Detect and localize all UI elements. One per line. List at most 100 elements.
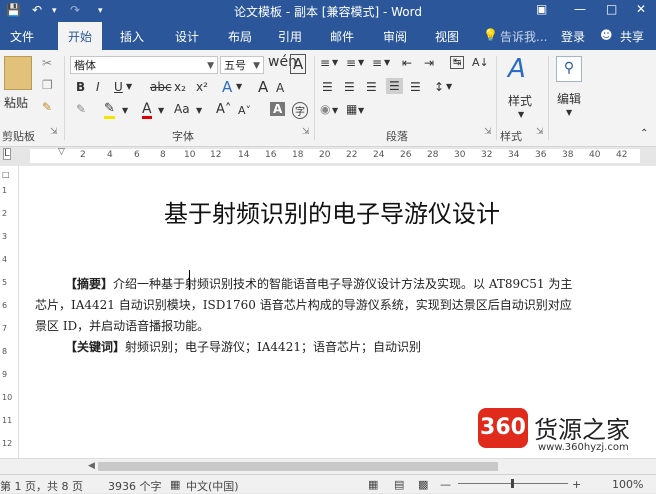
- line-spacing-dropdown-icon[interactable]: ▼: [446, 82, 452, 91]
- styles-launcher-icon[interactable]: ⇲: [536, 127, 544, 137]
- proofing-icon[interactable]: ▦: [170, 478, 180, 491]
- copy-icon[interactable]: ❐: [42, 78, 53, 92]
- zoom-out-icon[interactable]: —: [440, 478, 451, 491]
- tab-view[interactable]: 视图: [435, 28, 459, 45]
- zoom-slider-thumb[interactable]: [511, 479, 514, 488]
- shading-dropdown-icon[interactable]: ▼: [332, 106, 338, 115]
- grow-font-icon[interactable]: A˄: [216, 102, 231, 117]
- grow-font-button[interactable]: A: [258, 78, 268, 96]
- font-size-select[interactable]: 五号 ▼: [220, 56, 264, 74]
- subscript-button[interactable]: x₂: [174, 80, 186, 94]
- find-icon[interactable]: ⚲: [556, 56, 582, 82]
- shrink-font-button[interactable]: A: [276, 81, 284, 95]
- styles-dropdown-icon[interactable]: ▼: [518, 110, 524, 119]
- clipboard-launcher-icon[interactable]: ⇲: [50, 127, 58, 137]
- text-effects-dropdown-icon[interactable]: ▼: [236, 82, 242, 91]
- increase-indent-button[interactable]: ⇥: [424, 56, 434, 70]
- font-color-dropdown-icon[interactable]: ▼: [158, 106, 164, 115]
- underline-dropdown-icon[interactable]: ▼: [126, 82, 132, 91]
- ribbon-display-icon[interactable]: ▣: [536, 2, 547, 16]
- print-layout-icon[interactable]: ▤: [394, 478, 404, 491]
- bullets-dropdown-icon[interactable]: ▼: [332, 58, 338, 67]
- change-case-dropdown-icon[interactable]: ▼: [196, 106, 202, 115]
- bullets-button[interactable]: ≡: [320, 56, 330, 70]
- horizontal-ruler[interactable]: L ▽ 2 4 6 8 10 12 14 16 18 20 22 24 26 2…: [0, 147, 656, 165]
- tab-layout[interactable]: 布局: [228, 28, 252, 45]
- tell-me-input[interactable]: 告诉我...: [500, 28, 547, 45]
- enclose-char-button[interactable]: 字: [292, 102, 308, 119]
- cut-icon[interactable]: ✂: [42, 56, 52, 70]
- collapse-ribbon-icon[interactable]: ⌃: [640, 128, 648, 139]
- paste-icon[interactable]: [4, 56, 32, 90]
- styles-icon[interactable]: A: [508, 54, 526, 84]
- paragraph-launcher-icon[interactable]: ⇲: [484, 127, 492, 137]
- shrink-font-icon[interactable]: A˅: [238, 104, 251, 117]
- line-spacing-button[interactable]: ↕: [434, 80, 444, 94]
- format-painter-icon[interactable]: ✎: [42, 100, 52, 114]
- editing-button[interactable]: 编辑: [557, 90, 581, 107]
- zoom-in-icon[interactable]: +: [572, 478, 581, 491]
- abstract-line-3[interactable]: 景区 ID，并启动语音播报功能。: [35, 317, 209, 334]
- tab-mailings[interactable]: 邮件: [330, 28, 354, 45]
- numbering-dropdown-icon[interactable]: ▼: [358, 58, 364, 67]
- borders-button[interactable]: ▦: [346, 102, 357, 116]
- zoom-level[interactable]: 100%: [612, 478, 643, 491]
- editing-dropdown-icon[interactable]: ▼: [566, 108, 572, 117]
- scroll-left-icon[interactable]: ◀: [88, 461, 95, 471]
- minimize-icon[interactable]: —: [574, 2, 586, 16]
- tab-design[interactable]: 设计: [175, 28, 199, 45]
- font-color-button[interactable]: A: [142, 102, 152, 119]
- align-right-button[interactable]: ☰: [366, 80, 377, 94]
- justify-button[interactable]: ☰: [386, 78, 403, 94]
- scroll-thumb[interactable]: [98, 462, 498, 471]
- numbering-button[interactable]: ≡: [346, 56, 356, 70]
- read-mode-icon[interactable]: ▦: [368, 478, 378, 491]
- distributed-button[interactable]: ☰: [410, 80, 421, 94]
- sign-in-link[interactable]: 登录: [561, 28, 585, 45]
- document-title[interactable]: 基于射频识别的电子导游仪设计: [164, 194, 500, 229]
- borders-dropdown-icon[interactable]: ▼: [358, 106, 364, 115]
- tab-home[interactable]: 开始: [58, 22, 103, 50]
- italic-button[interactable]: I: [96, 80, 100, 94]
- superscript-button[interactable]: x²: [196, 80, 208, 94]
- font-launcher-icon[interactable]: ⇲: [302, 127, 310, 137]
- share-button[interactable]: 共享: [620, 28, 644, 45]
- decrease-indent-button[interactable]: ⇤: [402, 56, 412, 70]
- ruler-label: 20: [319, 150, 331, 160]
- keywords-line[interactable]: 【关键词】射频识别；电子导游仪；IA4421；语音芯片；自动识别: [65, 338, 421, 355]
- tab-references[interactable]: 引用: [278, 28, 302, 45]
- multilevel-list-button[interactable]: ≡: [372, 56, 382, 70]
- multilevel-dropdown-icon[interactable]: ▼: [384, 58, 390, 67]
- ruler-label: 36: [535, 150, 547, 160]
- change-case-button[interactable]: Aa: [174, 102, 190, 116]
- highlight-button[interactable]: ✎: [104, 102, 115, 119]
- tab-file[interactable]: 文件: [10, 28, 34, 45]
- shading-button[interactable]: ◉: [320, 102, 330, 116]
- maximize-icon[interactable]: □: [606, 2, 617, 16]
- abstract-line-1[interactable]: 【摘要】介绍一种基于射频识别技术的智能语音电子导游仪设计方法及实现。以 AT89…: [65, 275, 572, 292]
- abstract-line-2[interactable]: 芯片，IA4421 自动识别模块，ISD1760 语音芯片构成的导游仪系统，实现…: [35, 296, 572, 313]
- underline-button[interactable]: U: [114, 80, 123, 94]
- bold-button[interactable]: B: [76, 80, 85, 94]
- highlight-dropdown-left-icon[interactable]: ✎: [76, 102, 86, 116]
- character-shading-button[interactable]: A: [270, 102, 286, 116]
- text-effects-button[interactable]: A: [222, 78, 232, 96]
- vertical-ruler[interactable]: □ 1 2 3 4 5 6 7 8 9 10 11 12: [0, 166, 19, 458]
- sort-button[interactable]: A↓: [472, 56, 489, 69]
- tab-review[interactable]: 审阅: [383, 28, 407, 45]
- abstract-label: 【摘要】: [65, 277, 114, 291]
- first-line-indent-marker[interactable]: ▽: [58, 147, 65, 157]
- enclose-characters-button[interactable]: A: [290, 54, 307, 74]
- web-layout-icon[interactable]: ▩: [418, 478, 428, 491]
- paste-button[interactable]: 粘贴: [4, 94, 28, 111]
- close-icon[interactable]: ✕: [636, 2, 646, 16]
- highlight-dropdown-icon[interactable]: ▼: [122, 106, 128, 115]
- styles-button[interactable]: 样式: [508, 92, 532, 109]
- align-center-button[interactable]: ☰: [344, 80, 355, 94]
- chinese-layout-button[interactable]: ↹: [450, 56, 465, 69]
- tab-insert[interactable]: 插入: [120, 28, 144, 45]
- align-left-button[interactable]: ☰: [322, 80, 333, 94]
- font-name-select[interactable]: 楷体 ▼: [70, 56, 218, 74]
- tab-selector-icon[interactable]: L: [3, 148, 11, 160]
- strikethrough-button[interactable]: abc: [150, 80, 172, 94]
